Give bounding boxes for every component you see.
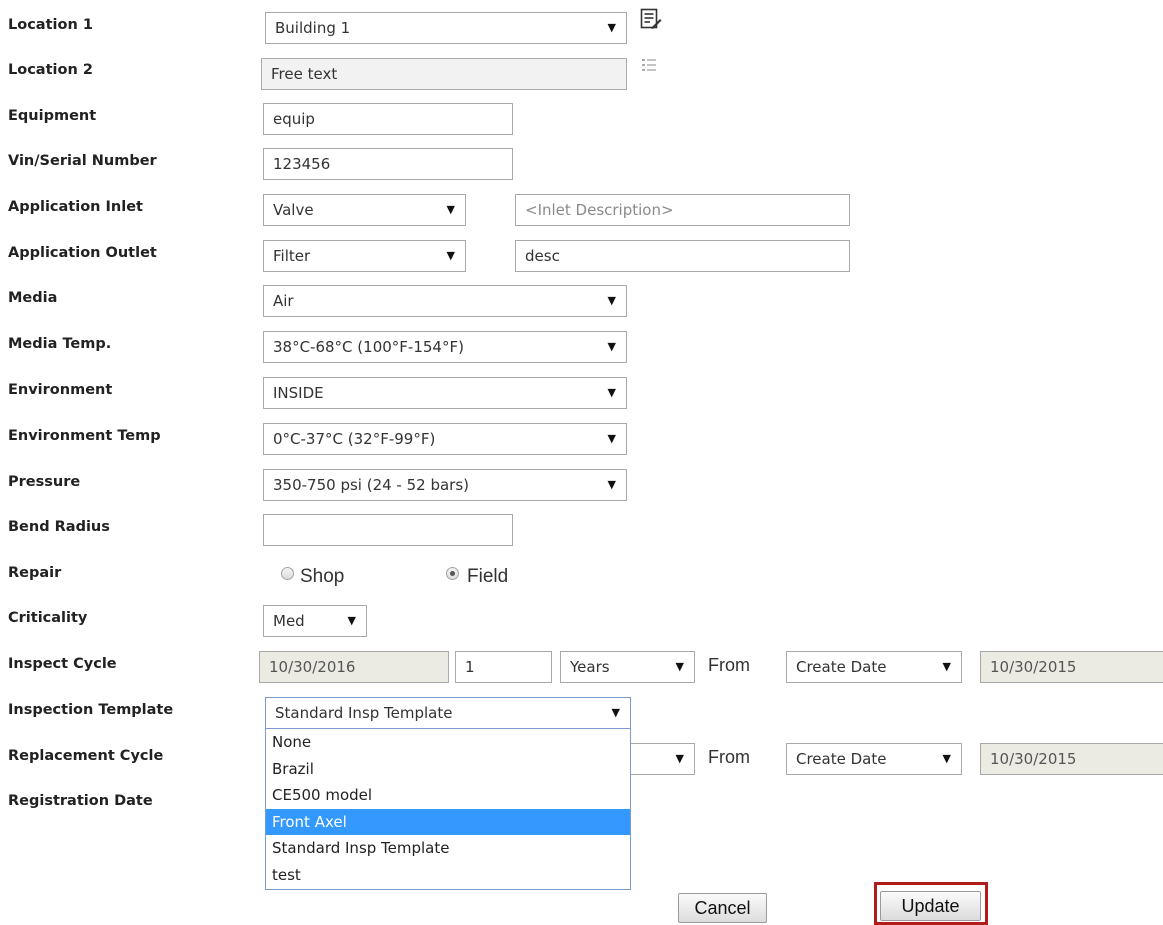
media-select[interactable]: Air ▼ — [263, 285, 627, 317]
chevron-down-icon: ▼ — [607, 21, 616, 34]
dropdown-option-standard-insp-template[interactable]: Standard Insp Template — [266, 835, 630, 862]
inspect-cycle-from-select[interactable]: Create Date ▼ — [786, 651, 962, 683]
inspect-cycle-from-label: From — [708, 655, 750, 675]
criticality-select[interactable]: Med ▼ — [263, 605, 367, 637]
criticality-value: Med — [273, 612, 305, 630]
location-2-value: Free text — [271, 65, 338, 83]
inspect-cycle-date: 10/30/2016 — [259, 651, 449, 683]
location-1-select[interactable]: Building 1 ▼ — [265, 12, 627, 44]
environment-select[interactable]: INSIDE ▼ — [263, 377, 627, 409]
replacement-cycle-from-date-value: 10/30/2015 — [990, 750, 1077, 768]
vin-serial-value: 123456 — [273, 155, 331, 173]
pressure-select[interactable]: 350-750 psi (24 - 52 bars) ▼ — [263, 469, 627, 501]
label-pressure: Pressure — [8, 474, 81, 490]
chevron-down-icon: ▼ — [607, 386, 616, 399]
environment-value: INSIDE — [273, 384, 324, 402]
inspect-cycle-unit-value: Years — [570, 658, 610, 676]
chevron-down-icon: ▼ — [675, 660, 684, 673]
chevron-down-icon: ▼ — [607, 294, 616, 307]
dropdown-option-brazil[interactable]: Brazil — [266, 756, 630, 783]
label-environment-temp: Environment Temp — [8, 428, 161, 444]
repair-shop-radio[interactable] — [281, 567, 294, 580]
inspect-cycle-from-date-value: 10/30/2015 — [990, 658, 1077, 676]
environment-temp-select[interactable]: 0°C-37°C (32°F-99°F) ▼ — [263, 423, 627, 455]
inspect-cycle-from-date: 10/30/2015 — [980, 651, 1163, 683]
chevron-down-icon: ▼ — [675, 752, 684, 765]
label-equipment: Equipment — [8, 108, 97, 124]
label-repair: Repair — [8, 565, 62, 581]
location-2-input[interactable]: Free text — [261, 58, 627, 90]
location-1-value: Building 1 — [275, 19, 351, 37]
application-inlet-select[interactable]: Valve ▼ — [263, 194, 466, 226]
list-icon[interactable] — [640, 56, 658, 74]
application-inlet-value: Valve — [273, 201, 314, 219]
label-location-2: Location 2 — [8, 62, 93, 78]
dropdown-option-ce500-model[interactable]: CE500 model — [266, 782, 630, 809]
inspection-template-value: Standard Insp Template — [275, 704, 453, 722]
media-value: Air — [273, 292, 294, 310]
pressure-value: 350-750 psi (24 - 52 bars) — [273, 476, 470, 494]
inspect-cycle-interval-input[interactable]: 1 — [455, 651, 552, 683]
chevron-down-icon: ▼ — [607, 478, 616, 491]
chevron-down-icon: ▼ — [942, 660, 951, 673]
label-inspect-cycle: Inspect Cycle — [8, 656, 117, 672]
label-location-1: Location 1 — [8, 17, 93, 33]
chevron-down-icon: ▼ — [607, 340, 616, 353]
dropdown-option-test[interactable]: test — [266, 862, 630, 889]
vin-serial-input[interactable]: 123456 — [263, 148, 513, 180]
label-criticality: Criticality — [8, 610, 88, 626]
chevron-down-icon: ▼ — [942, 752, 951, 765]
application-outlet-value: Filter — [273, 247, 311, 265]
inspection-template-select[interactable]: Standard Insp Template ▼ — [265, 697, 631, 729]
chevron-down-icon: ▼ — [446, 249, 455, 262]
outlet-description-input[interactable]: desc — [515, 240, 850, 272]
replacement-cycle-from-select[interactable]: Create Date ▼ — [786, 743, 962, 775]
cancel-button[interactable]: Cancel — [678, 893, 767, 923]
label-application-outlet: Application Outlet — [8, 245, 157, 261]
application-outlet-select[interactable]: Filter ▼ — [263, 240, 466, 272]
label-replacement-cycle: Replacement Cycle — [8, 748, 164, 764]
repair-field-label[interactable]: Field — [467, 566, 508, 588]
chevron-down-icon: ▼ — [446, 203, 455, 216]
inlet-description-placeholder: <Inlet Description> — [525, 201, 674, 219]
label-application-inlet: Application Inlet — [8, 199, 143, 215]
dropdown-option-front-axel[interactable]: Front Axel — [266, 808, 630, 835]
media-temp-value: 38°C-68°C (100°F-154°F) — [273, 338, 464, 356]
replacement-cycle-from-label: From — [708, 747, 750, 767]
label-vin-serial: Vin/Serial Number — [8, 153, 157, 169]
equipment-value: equip — [273, 110, 315, 128]
label-bend-radius: Bend Radius — [8, 519, 110, 535]
inspect-cycle-from-value: Create Date — [796, 658, 887, 676]
label-media: Media — [8, 290, 58, 306]
label-media-temp: Media Temp. — [8, 336, 112, 352]
media-temp-select[interactable]: 38°C-68°C (100°F-154°F) ▼ — [263, 331, 627, 363]
chevron-down-icon: ▼ — [607, 432, 616, 445]
repair-shop-label[interactable]: Shop — [300, 566, 344, 588]
chevron-down-icon: ▼ — [347, 614, 356, 627]
bend-radius-input[interactable] — [263, 514, 513, 546]
replacement-cycle-from-value: Create Date — [796, 750, 887, 768]
outlet-description-value: desc — [525, 247, 560, 265]
inspect-cycle-unit-select[interactable]: Years ▼ — [560, 651, 695, 683]
update-button[interactable]: Update — [880, 891, 981, 921]
label-environment: Environment — [8, 382, 113, 398]
label-inspection-template: Inspection Template — [8, 702, 174, 718]
chevron-down-icon: ▼ — [611, 706, 620, 719]
edit-list-icon[interactable] — [640, 8, 662, 30]
label-registration-date: Registration Date — [8, 793, 153, 809]
equipment-input[interactable]: equip — [263, 103, 513, 135]
environment-temp-value: 0°C-37°C (32°F-99°F) — [273, 430, 436, 448]
inlet-description-input[interactable]: <Inlet Description> — [515, 194, 850, 226]
inspect-cycle-interval-value: 1 — [465, 658, 475, 676]
repair-field-radio[interactable] — [446, 567, 459, 580]
inspect-cycle-date-value: 10/30/2016 — [269, 658, 356, 676]
dropdown-option-none[interactable]: None — [266, 729, 630, 756]
inspection-template-dropdown-list: None Brazil CE500 model Front Axel Stand… — [265, 728, 631, 890]
replacement-cycle-from-date: 10/30/2015 — [980, 743, 1163, 775]
